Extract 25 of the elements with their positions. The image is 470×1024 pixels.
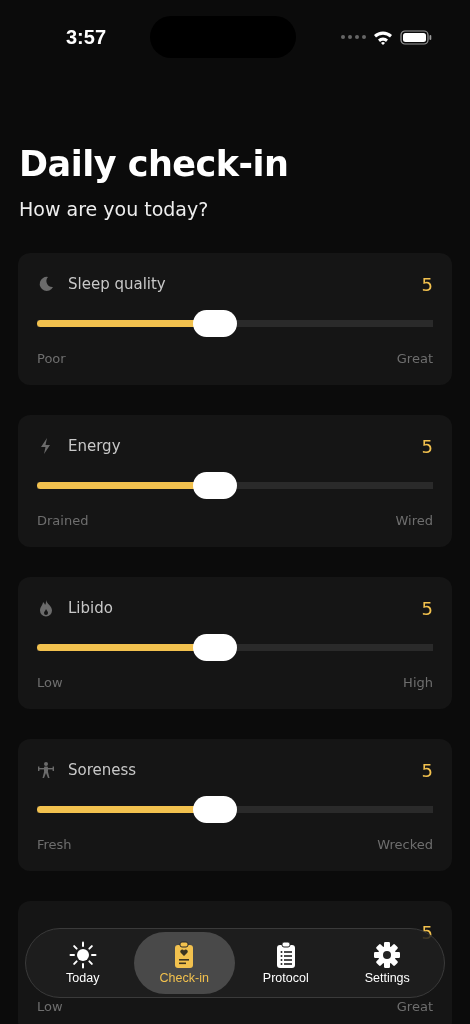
tab-button[interactable]: Check-in <box>133 932 235 994</box>
scale-high-label: High <box>403 675 433 690</box>
tab-button[interactable]: Today <box>32 932 134 994</box>
metric-title: Energy <box>68 437 121 455</box>
metric-value: 5 <box>421 435 433 457</box>
scale-low-label: Low <box>37 675 63 690</box>
scale-high-label: Great <box>396 999 433 1014</box>
metric-value: 5 <box>421 759 433 781</box>
scale-high-label: Great <box>396 351 433 366</box>
scale-low-label: Poor <box>37 351 66 366</box>
status-time: 3:57 <box>66 25 107 49</box>
metric-value: 5 <box>421 273 433 295</box>
scale-high-label: Wired <box>395 513 433 528</box>
tab-button[interactable]: Protocol <box>235 932 337 994</box>
page-subtitle: How are you today? <box>19 197 210 222</box>
metric-value: 5 <box>421 921 433 943</box>
metric-value: 5 <box>421 597 433 619</box>
scale-high-label: Wrecked <box>377 837 433 852</box>
scale-low-label: Fresh <box>37 837 72 852</box>
scale-low-label: Drained <box>37 513 89 528</box>
scale-low-label: Low <box>37 999 63 1014</box>
metric-title: Sleep quality <box>68 275 166 293</box>
metric-title: Soreness <box>68 761 137 779</box>
metric-title: Libido <box>68 599 113 617</box>
page-title: Daily check-in <box>19 143 290 186</box>
